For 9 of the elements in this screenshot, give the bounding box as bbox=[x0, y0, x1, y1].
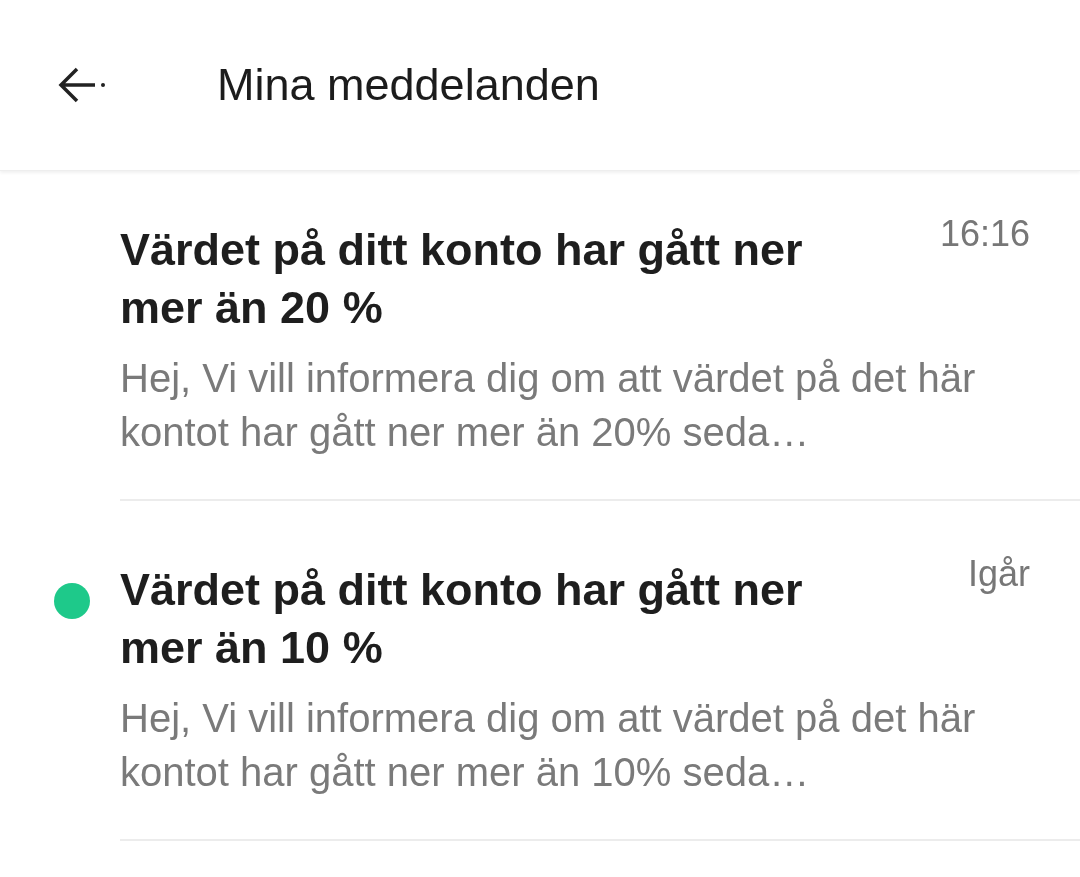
message-item[interactable]: Värdet på ditt konto har gått ner mer än 20 % 16:16 Hej, Vi vill informera dig om att värdet på det här kontot har gått ner mer än 20% seda… bbox=[120, 171, 1080, 501]
page-title: Mina meddelanden bbox=[217, 59, 600, 111]
message-time: 16:16 bbox=[939, 213, 1030, 255]
message-preview: Hej, Vi vill informera dig om att värdet på det här kontot har gått ner mer än 20% seda… bbox=[120, 355, 977, 456]
message-title: Värdet på ditt konto har gått ner mer än 20 % bbox=[120, 223, 804, 335]
message-title: Värdet på ditt konto har gått ner mer än 10 % bbox=[120, 563, 804, 675]
message-time: Igår bbox=[967, 553, 1030, 595]
message-preview: Hej, Vi vill informera dig om att värdet på det här kontot har gått ner mer än 10% seda… bbox=[120, 695, 977, 796]
message-item[interactable]: Värdet på ditt konto har gått ner mer än 10 % Igår Hej, Vi vill informera dig om att värdet på det här kontot har gått ner mer än 10% seda… bbox=[120, 501, 1080, 841]
